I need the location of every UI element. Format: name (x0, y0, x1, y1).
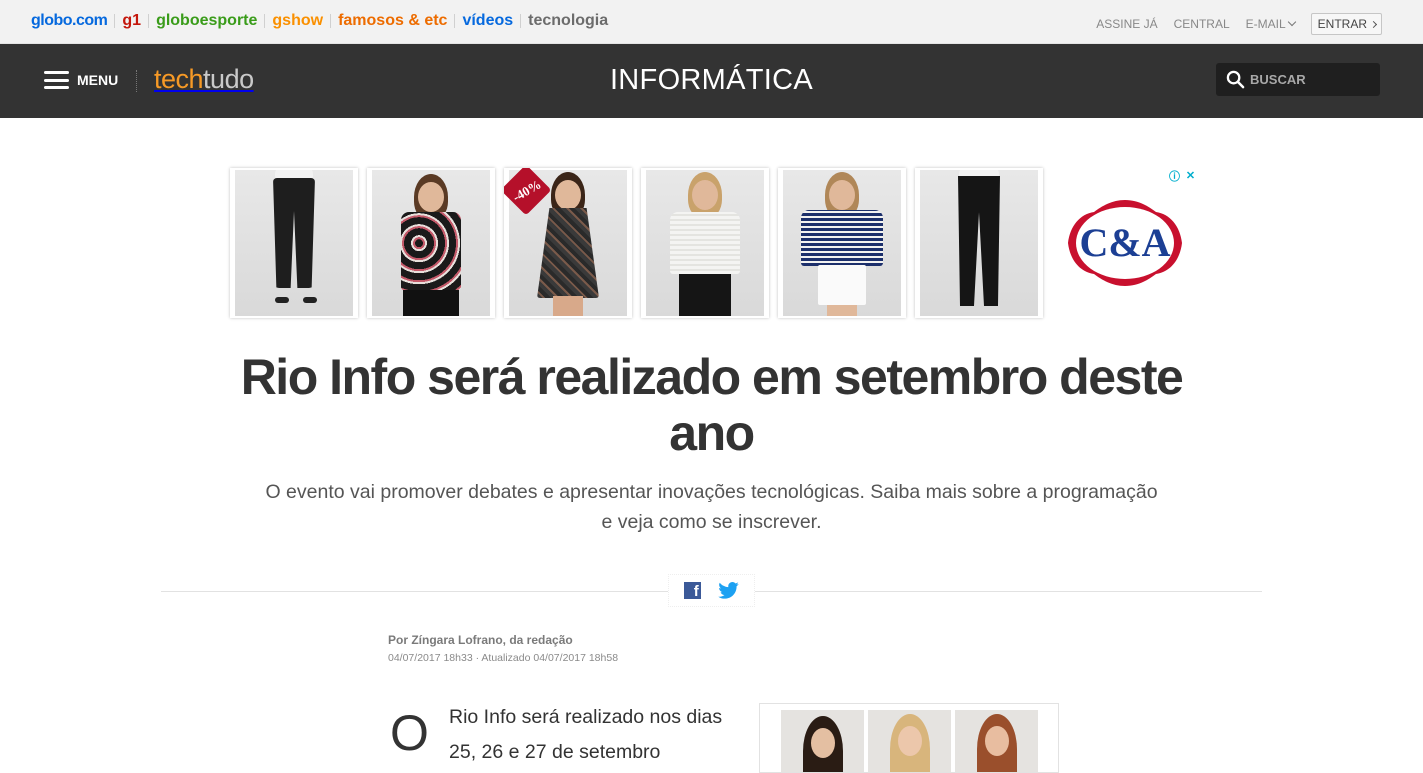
ad-banner[interactable]: -40% C&A ⓘ ✕ (230, 168, 1198, 318)
sidebar-ad[interactable] (759, 703, 1059, 773)
ad-product-strip: -40% (230, 168, 1052, 318)
share-buttons: f (668, 574, 755, 607)
link-globo-com[interactable]: globo.com (31, 12, 108, 30)
login-label: ENTRAR (1317, 17, 1367, 31)
link-g1[interactable]: g1 (122, 12, 141, 30)
techtudo-logo[interactable]: techtudo (154, 64, 254, 95)
ad-product-image[interactable] (868, 710, 951, 772)
ad-product-image[interactable] (955, 710, 1038, 772)
divider (148, 14, 150, 28)
logo-tech-part: tech (154, 64, 204, 94)
globo-network-links: globo.com g1 globoesporte gshow famosos … (31, 12, 608, 30)
ad-product-image[interactable] (230, 168, 358, 318)
divider (520, 14, 522, 28)
article-headline: Rio Info será realizado em setembro dest… (240, 349, 1184, 461)
article-dropcap: O (390, 705, 429, 761)
ad-product-image[interactable] (367, 168, 495, 318)
article-byline: Por Zíngara Lofrano, da redação (388, 633, 573, 647)
chevron-down-icon (1287, 17, 1296, 27)
ad-product-image[interactable] (915, 168, 1043, 318)
logo-tudo-part: tudo (203, 64, 254, 94)
divider (136, 70, 137, 92)
login-button[interactable]: ENTRAR (1310, 13, 1382, 35)
ad-choices: ⓘ ✕ (1166, 168, 1198, 183)
ad-product-image[interactable] (641, 168, 769, 318)
link-gshow[interactable]: gshow (272, 12, 323, 30)
search-icon (1226, 70, 1245, 89)
link-central[interactable]: CENTRAL (1174, 17, 1230, 31)
link-globoesporte[interactable]: globoesporte (156, 12, 257, 30)
chevron-right-icon (1369, 20, 1378, 29)
twitter-share-icon[interactable] (718, 582, 739, 599)
ca-brand-logo[interactable]: C&A (1066, 198, 1184, 288)
globo-top-bar: globo.com g1 globoesporte gshow famosos … (0, 0, 1423, 44)
email-label: E-MAIL (1245, 17, 1286, 31)
article-body-paragraph: Rio Info será realizado nos dias 25, 26 … (449, 706, 723, 763)
link-assine-ja[interactable]: ASSINE JÁ (1096, 17, 1157, 31)
divider (114, 14, 116, 28)
ad-info-icon[interactable]: ⓘ (1167, 168, 1182, 183)
menu-button[interactable]: MENU (44, 71, 118, 89)
divider (454, 14, 456, 28)
globo-account-links: ASSINE JÁ CENTRAL E-MAIL ENTRAR (1080, 13, 1382, 35)
link-tecnologia[interactable]: tecnologia (528, 12, 608, 30)
ad-product-image[interactable]: -40% (504, 168, 632, 318)
search-input[interactable] (1250, 72, 1370, 87)
divider (330, 14, 332, 28)
ad-close-icon[interactable]: ✕ (1183, 168, 1198, 183)
article-subheadline: O evento vai promover debates e apresent… (265, 481, 1158, 533)
article-dates: 04/07/2017 18h33 · Atualizado 04/07/2017… (388, 652, 619, 664)
hamburger-icon (44, 71, 69, 89)
ad-product-image[interactable] (781, 710, 864, 772)
menu-label: MENU (77, 72, 119, 88)
facebook-share-icon[interactable]: f (683, 582, 701, 599)
site-header: MENU techtudo INFORMÁTICA (0, 44, 1423, 118)
link-famosos[interactable]: famosos & etc (338, 12, 447, 30)
ca-brand-text: C&A (1079, 220, 1170, 265)
ad-product-image[interactable] (778, 168, 906, 318)
search-box[interactable] (1216, 63, 1380, 96)
divider (264, 14, 266, 28)
email-dropdown[interactable]: E-MAIL (1245, 17, 1296, 31)
link-videos[interactable]: vídeos (462, 12, 513, 30)
